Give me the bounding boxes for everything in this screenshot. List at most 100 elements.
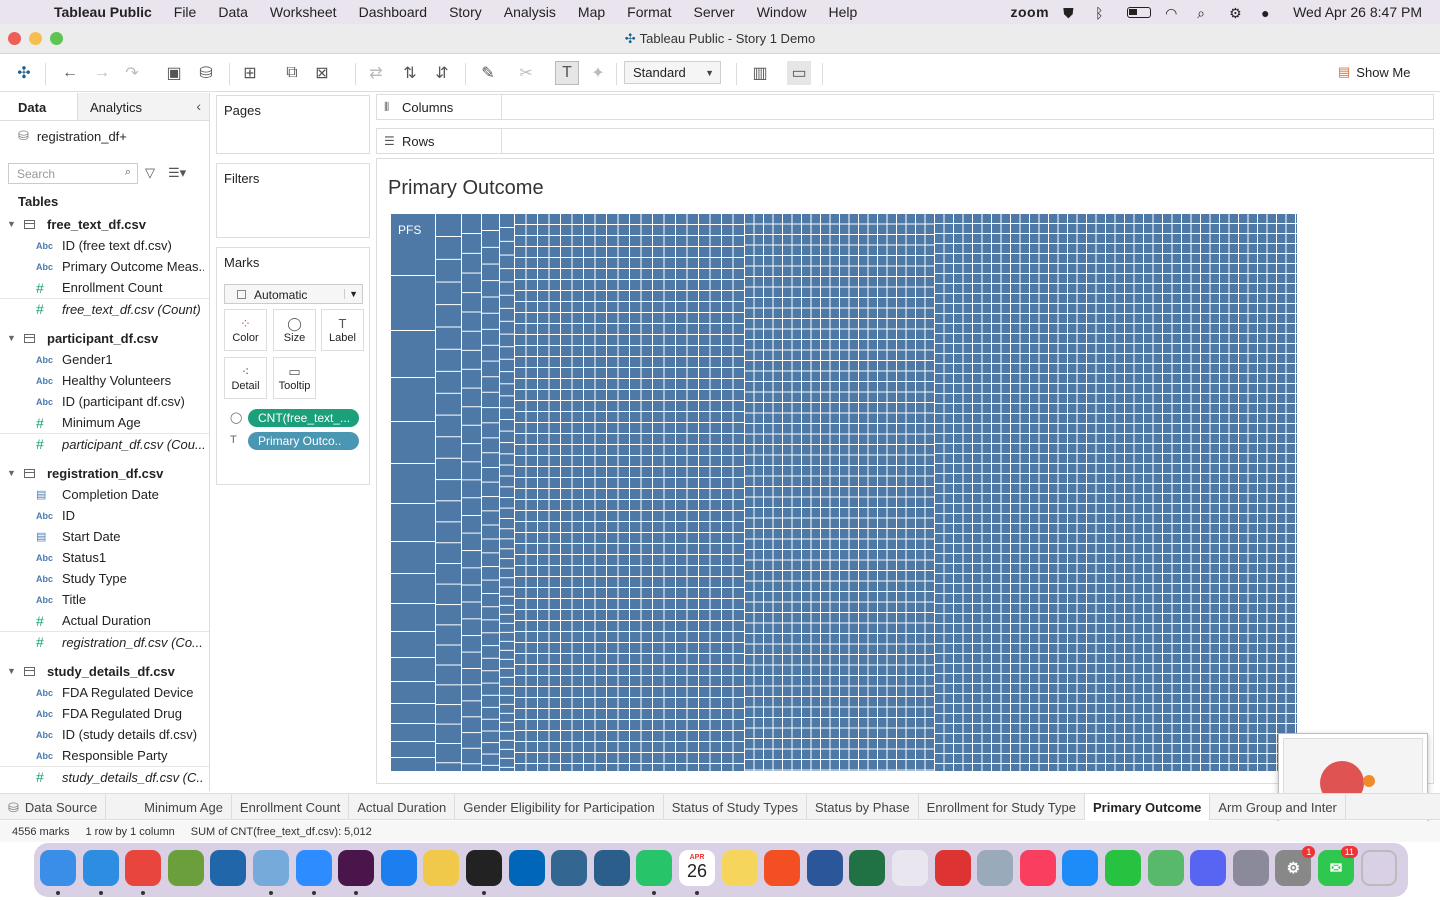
field-item[interactable]: ▤ Completion Date [0,484,209,505]
collapse-pane-icon[interactable]: ‹ [196,98,201,114]
menu-app-name[interactable]: Tableau Public [52,4,163,20]
tableau-icon[interactable] [593,850,630,886]
table-group[interactable]: ▼ study_details_df.csv [0,660,209,682]
fix-axes-icon[interactable]: ✦ [586,61,610,85]
notes-icon[interactable] [721,850,758,886]
zoom-icon[interactable] [295,850,332,886]
maximize-window-button[interactable] [50,32,63,45]
show-me-button[interactable]: ▤ Show Me [1338,64,1411,80]
replay-icon[interactable]: ↷ [120,61,144,85]
siri-icon[interactable]: ● [1261,5,1279,21]
tab-minimum-age[interactable]: Minimum Age [136,794,232,820]
field-item[interactable]: Abc Status1 [0,547,209,568]
chevron-down-icon[interactable]: ▼ [7,666,16,676]
mark-type-select[interactable]: Automatic ▼ [224,284,363,304]
table-group[interactable]: ▼ registration_df.csv [0,462,209,484]
new-datasource-icon[interactable]: ⛁ [194,61,218,85]
table-group[interactable]: ▼ participant_df.csv [0,327,209,349]
table-group[interactable]: ▼ free_text_df.csv [0,213,209,235]
tab-status-by-phase[interactable]: Status by Phase [807,794,919,820]
field-item[interactable]: Abc Primary Outcome Meas... [0,256,209,277]
appstore-icon[interactable] [1062,850,1099,886]
field-item[interactable]: Abc ID (study details df.csv) [0,724,209,745]
show-cards-icon[interactable]: ▥ [748,61,772,85]
music-icon[interactable] [1019,850,1056,886]
r-icon[interactable] [210,850,247,886]
tab-actual-duration[interactable]: Actual Duration [349,794,456,820]
menu-analysis[interactable]: Analysis [493,4,567,20]
postgres-icon[interactable] [551,850,588,886]
field-item[interactable]: Abc Title [0,589,209,610]
preview-icon[interactable] [977,850,1014,886]
field-item[interactable]: ▤ Start Date [0,526,209,547]
field-item[interactable]: Abc ID (participant df.csv) [0,391,209,412]
close-window-button[interactable] [8,32,21,45]
swap-rows-columns-icon[interactable]: ⇄ [364,61,388,85]
field-item[interactable]: Abc FDA Regulated Device [0,682,209,703]
chevron-down-icon[interactable]: ▼ [7,219,16,229]
slack-icon[interactable] [338,850,375,886]
menu-window[interactable]: Window [746,4,818,20]
tab-status-study-types[interactable]: Status of Study Types [664,794,807,820]
photos-icon[interactable] [892,850,928,886]
sort-ascending-icon[interactable]: ⇅ [398,61,422,85]
tab-arm-group[interactable]: Arm Group and Inter [1210,794,1346,820]
tableau-logo-icon[interactable]: ✣ [12,61,36,85]
label-pill[interactable]: Primary Outco.. [248,432,359,450]
tab-enrollment-study-type[interactable]: Enrollment for Study Type [919,794,1085,820]
show-mark-labels-icon[interactable]: T [555,61,579,85]
pages-card[interactable]: Pages [216,95,370,154]
activity-icon[interactable] [636,850,673,886]
redo-icon[interactable]: → [90,61,114,85]
datetime[interactable]: Wed Apr 26 8:47 PM [1293,4,1422,20]
photobooth-icon[interactable] [934,850,971,886]
field-item[interactable]: # Minimum Age [0,412,209,433]
control-center-icon[interactable]: ⚙ [1229,5,1247,21]
highlight-icon[interactable]: ✎ [476,61,500,85]
new-worksheet-icon[interactable]: ⊞ [238,61,262,85]
search-icon[interactable]: ⌕ [1197,5,1215,21]
discord-icon[interactable] [1190,850,1227,886]
rstudio-icon[interactable] [253,850,289,886]
minecraft-icon[interactable] [167,850,204,886]
field-item[interactable]: Abc ID (free text df.csv) [0,235,209,256]
messages-icon[interactable]: ✉ 11 [1318,846,1358,886]
presentation-mode-icon[interactable]: ▭ [787,61,811,85]
filter-icon[interactable]: ▽ [145,165,155,181]
vscode-icon[interactable] [508,850,545,886]
finder-icon[interactable] [40,850,76,886]
field-item[interactable]: Abc Responsible Party [0,745,209,766]
menu-story[interactable]: Story [438,4,493,20]
xcode-icon[interactable] [380,850,417,886]
rows-shelf[interactable]: ☰ Rows [376,128,1434,154]
tooltip-button[interactable]: ▭ Tooltip [273,357,316,399]
field-item[interactable]: # participant_df.csv (Cou... [0,433,209,454]
excel-icon[interactable] [849,850,886,886]
bluetooth-icon[interactable]: ᛒ [1095,5,1113,21]
save-icon[interactable]: ▣ [162,61,186,85]
menu-server[interactable]: Server [682,4,745,20]
label-button[interactable]: T Label [321,309,364,351]
python-icon[interactable] [423,850,460,886]
menu-dashboard[interactable]: Dashboard [348,4,439,20]
field-item[interactable]: # Enrollment Count [0,277,209,298]
undo-icon[interactable]: ← [58,61,82,85]
menu-data[interactable]: Data [207,4,259,20]
clear-sheet-icon[interactable]: ⊠ [310,61,334,85]
menu-help[interactable]: Help [818,4,869,20]
chevron-down-icon[interactable]: ▼ [7,333,16,343]
maps-icon[interactable] [1147,850,1184,886]
field-item[interactable]: # free_text_df.csv (Count) [0,298,209,319]
tab-gender-eligibility[interactable]: Gender Eligibility for Participation [455,794,664,820]
chrome-icon[interactable] [125,850,162,886]
field-item[interactable]: # study_details_df.csv (C... [0,766,209,787]
field-item[interactable]: Abc Gender1 [0,349,209,370]
tab-enrollment-count[interactable]: Enrollment Count [232,794,350,820]
menu-map[interactable]: Map [567,4,616,20]
field-item[interactable]: Abc ID [0,505,209,526]
field-item[interactable]: Abc Study Type [0,568,209,589]
battery-icon[interactable] [1127,6,1152,18]
microsoft-icon[interactable] [764,850,801,886]
shield-icon[interactable]: ⛊ [1063,5,1081,21]
size-button[interactable]: ◯ Size [273,309,316,351]
